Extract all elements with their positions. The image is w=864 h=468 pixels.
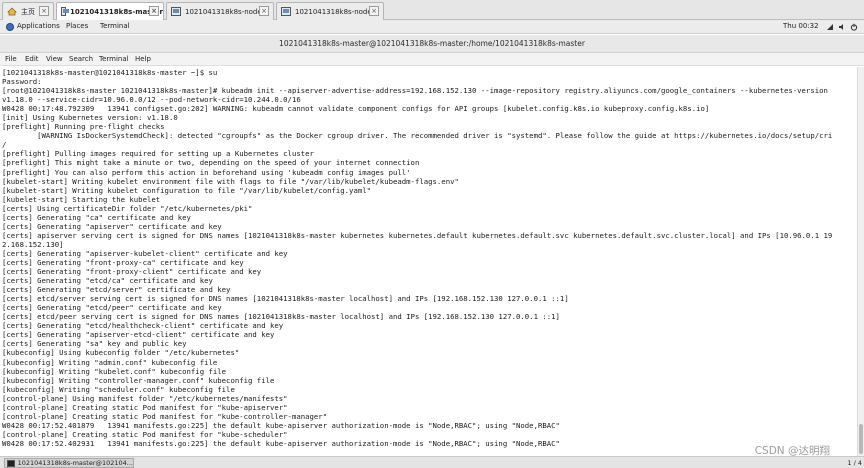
terminal-line: [kubeconfig] Writing "scheduler.conf" ku… (2, 384, 235, 394)
home-icon (7, 7, 17, 16)
terminal-line: [preflight] You can also perform this ac… (2, 167, 411, 177)
terminal-line: Password: (2, 77, 42, 87)
taskbar-item-label: 1021041318k8s-master@102104... (17, 459, 133, 467)
bottom-taskbar: 1021041318k8s-master@102104... 1 / 4 (0, 456, 864, 468)
terminal-line: [control-plane] Creating static Pod mani… (2, 411, 328, 421)
terminal-line: 2.168.152.130] (2, 239, 64, 249)
terminal-line: [kubelet-start] Writing kubelet environm… (2, 176, 459, 186)
gnome-top-bar: Applications Places Terminal Thu 00:32 (0, 20, 864, 34)
terminal-line: [kubeconfig] Writing "admin.conf" kubeco… (2, 357, 218, 367)
vm-tab-label: 1021041318k8s-node2 (295, 7, 377, 16)
terminal-icon (7, 459, 15, 467)
terminal-line: / (2, 140, 7, 150)
terminal-line: [kubelet-start] Starting the kubelet (2, 194, 161, 204)
applications-menu[interactable]: Applications (17, 22, 60, 30)
terminal-line: [certs] etcd/peer serving cert is signed… (2, 312, 560, 322)
terminal-line: [1021041318k8s-master@1021041318k8s-mast… (2, 68, 218, 77)
places-menu[interactable]: Places (66, 22, 88, 30)
menu-file[interactable]: File (5, 55, 17, 63)
terminal-line: [control-plane] Creating static Pod mani… (2, 429, 288, 439)
power-icon[interactable] (850, 23, 858, 33)
vm-tab-home[interactable]: 主页 × (2, 2, 54, 20)
menu-bar: File Edit View Search Terminal Help (0, 53, 864, 66)
terminal-line: [certs] Generating "apiserver-kubelet-cl… (2, 248, 288, 258)
terminal-line: W0428 00:17:48.792309 13941 configset.go… (2, 104, 710, 114)
vm-icon (171, 7, 181, 16)
terminal-app-menu[interactable]: Terminal (100, 22, 130, 30)
terminal-line: [certs] Generating "apiserver" certifica… (2, 221, 222, 231)
window-title: 1021041318k8s-master@1021041318k8s-maste… (279, 39, 585, 48)
window-title-bar[interactable]: 1021041318k8s-master@1021041318k8s-maste… (0, 35, 864, 53)
close-icon[interactable]: × (149, 6, 159, 16)
menu-edit[interactable]: Edit (25, 55, 39, 63)
terminal-output[interactable]: [1021041318k8s-master@1021041318k8s-mast… (0, 67, 857, 456)
menu-terminal[interactable]: Terminal (99, 55, 129, 63)
vm-tab-strip: 主页 × 1021041318k8s-master × 1021041318k8… (0, 0, 864, 20)
terminal-line: [certs] Generating "sa" key and public k… (2, 339, 187, 349)
terminal-line: [certs] etcd/server serving cert is sign… (2, 294, 569, 304)
scrollbar-thumb[interactable] (859, 424, 863, 454)
terminal-line: [WARNING IsDockerSystemdCheck]: detected… (2, 131, 833, 141)
terminal-line: [preflight] Pulling images required for … (2, 149, 314, 159)
terminal-line: [certs] Generating "front-proxy-ca" cert… (2, 257, 244, 267)
close-icon[interactable]: × (259, 6, 269, 16)
terminal-line: [kubeconfig] Writing "controller-manager… (2, 375, 275, 385)
terminal-line: [preflight] Running pre-flight checks (2, 122, 165, 132)
terminal-line: [certs] Generating "etcd/healthcheck-cli… (2, 321, 284, 331)
terminal-scrollbar[interactable] (857, 67, 864, 456)
menu-search[interactable]: Search (69, 55, 93, 63)
terminal-line: [certs] apiserver serving cert is signed… (2, 230, 833, 240)
network-icon[interactable] (826, 23, 834, 33)
volume-icon[interactable] (838, 23, 846, 33)
menu-help[interactable]: Help (135, 55, 151, 63)
close-icon[interactable]: × (39, 6, 49, 16)
terminal-line: [certs] Generating "apiserver-etcd-clien… (2, 330, 275, 340)
terminal-line: [certs] Generating "etcd/ca" certificate… (2, 276, 213, 286)
menu-view[interactable]: View (46, 55, 63, 63)
close-icon[interactable]: × (369, 6, 379, 16)
terminal-line: [certs] Using certificateDir folder "/et… (2, 203, 253, 213)
vm-icon (281, 7, 291, 16)
terminal-line: [preflight] This might take a minute or … (2, 158, 420, 168)
terminal-line: [certs] Generating "front-proxy-client" … (2, 267, 262, 277)
terminal-line: [certs] Generating "etcd/peer" certifica… (2, 303, 222, 313)
terminal-line: [certs] Generating "ca" certificate and … (2, 212, 191, 222)
clock[interactable]: Thu 00:32 (783, 22, 819, 30)
terminal-line: v1.18.0 --service-cidr=10.96.0.0/12 --po… (2, 95, 301, 105)
terminal-line: [kubeconfig] Writing "kubelet.conf" kube… (2, 366, 227, 376)
terminal-line: [root@1021041318k8s-master 1021041318k8s… (2, 86, 828, 96)
terminal-line: [certs] Generating "etcd/server" certifi… (2, 285, 231, 295)
vm-icon (61, 7, 69, 16)
terminal-line: W0428 00:17:52.401879 13941 manifests.go… (2, 420, 560, 430)
vm-tab-node1[interactable]: 1021041318k8s-node1 × (166, 2, 274, 20)
terminal-line: [control-plane] Using manifest folder "/… (2, 393, 288, 403)
workspace-indicator[interactable]: 1 / 4 (847, 459, 862, 467)
vm-tab-label: 主页 (21, 7, 35, 16)
vm-tab-label: 1021041318k8s-node1 (185, 7, 267, 16)
terminal-line: [kubeconfig] Using kubeconfig folder "/e… (2, 348, 240, 358)
terminal-line: [init] Using Kubernetes version: v1.18.0 (2, 113, 178, 123)
terminal-line: [control-plane] Creating static Pod mani… (2, 402, 288, 412)
taskbar-terminal-item[interactable]: 1021041318k8s-master@102104... (4, 458, 134, 468)
applications-icon (6, 23, 14, 31)
terminal-line: [kubelet-start] Writing kubelet configur… (2, 185, 372, 195)
terminal-line: W0428 00:17:52.402931 13941 manifests.go… (2, 438, 560, 448)
vm-tab-master[interactable]: 1021041318k8s-master × (56, 2, 164, 20)
vm-tab-node2[interactable]: 1021041318k8s-node2 × (276, 2, 384, 20)
